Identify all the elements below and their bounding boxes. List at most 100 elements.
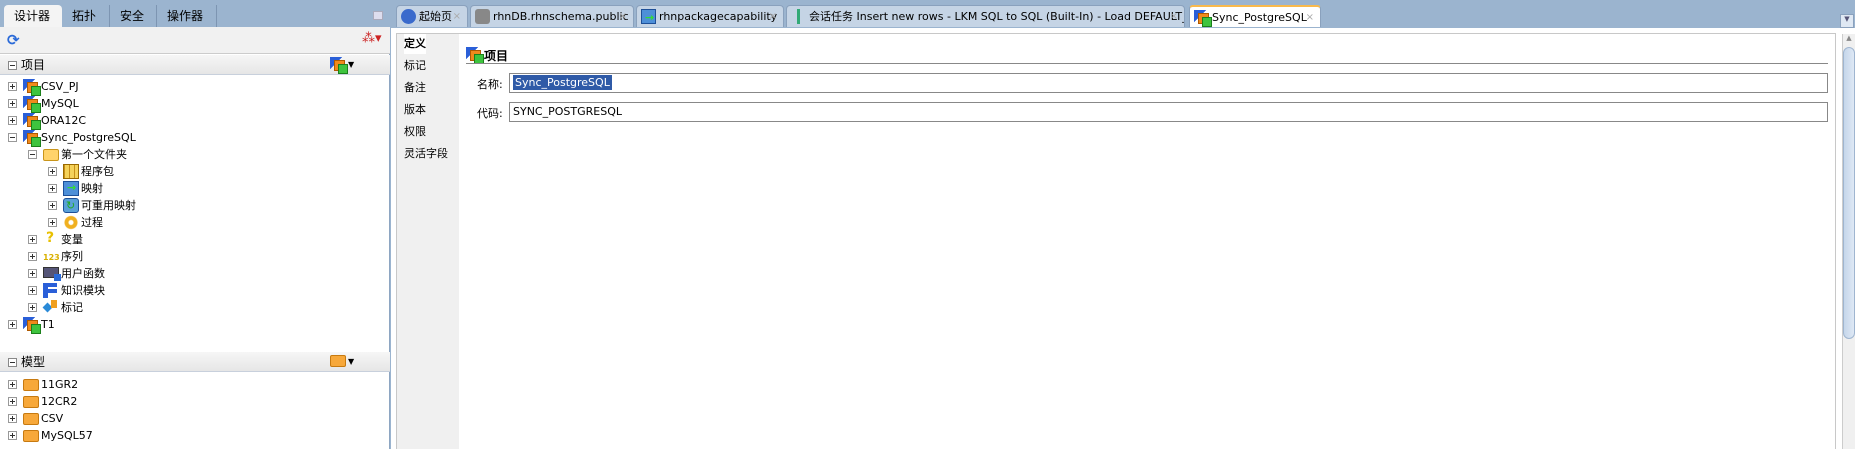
editor-tab[interactable]: 起始页 ×	[396, 5, 468, 27]
tree-item[interactable]: 程序包	[0, 163, 390, 180]
proj-icon	[23, 130, 41, 147]
expand-icon[interactable]	[48, 184, 57, 193]
expand-icon[interactable]	[48, 218, 57, 227]
collapse-icon[interactable]	[8, 358, 17, 367]
tree-item-label: ORA12C	[41, 114, 87, 127]
tab-label: Sync_PostgreSQL	[1212, 11, 1307, 24]
projects-section-header[interactable]: 项目 ▼	[0, 55, 390, 75]
tab-list-dropdown-icon[interactable]: ▼	[1840, 14, 1854, 28]
connect-navigator-icon[interactable]: ⁂▾	[362, 31, 384, 49]
expand-icon[interactable]	[8, 431, 17, 440]
name-input[interactable]: Sync_PostgreSQL	[509, 73, 1828, 93]
expand-icon[interactable]	[48, 201, 57, 210]
tab-label: rhnDB.rhnschema.public	[493, 10, 629, 23]
tree-item[interactable]: Sync_PostgreSQL	[0, 129, 390, 147]
scroll-up-icon[interactable]: ▲	[1843, 34, 1855, 45]
expand-icon[interactable]	[28, 235, 37, 244]
collapse-icon[interactable]	[8, 133, 17, 142]
expand-icon[interactable]	[28, 269, 37, 278]
tree-item[interactable]: 用户函数	[0, 265, 390, 282]
expand-icon[interactable]	[8, 414, 17, 423]
expand-icon[interactable]	[8, 116, 17, 125]
tree-item[interactable]: MySQL57	[0, 427, 390, 444]
project-icon	[466, 47, 484, 64]
expand-icon[interactable]	[48, 167, 57, 176]
tree-item-label: CSV_PJ	[41, 80, 79, 93]
tree-item-label: 程序包	[81, 165, 114, 178]
editor-tab[interactable]: Sync_PostgreSQL ×	[1189, 5, 1321, 27]
tree-item[interactable]: 序列	[0, 248, 390, 266]
tree-item[interactable]: T1	[0, 316, 390, 334]
seq-icon	[43, 249, 60, 266]
gear-icon	[63, 215, 79, 230]
tree-item-label: MySQL	[41, 97, 79, 110]
nav-item[interactable]: 定义	[404, 34, 426, 54]
refresh-icon[interactable]: ⟳	[7, 32, 23, 48]
task-icon	[791, 9, 806, 24]
project-editor	[396, 33, 1836, 449]
tree-item[interactable]: CSV	[0, 410, 390, 427]
tab-topology[interactable]: 拓扑	[62, 5, 110, 27]
tab-operator[interactable]: 操作器	[157, 5, 217, 27]
new-project-icon[interactable]	[330, 57, 348, 74]
tab-designer[interactable]: 设计器×	[4, 5, 62, 45]
scrollbar-thumb[interactable]	[1843, 47, 1855, 339]
close-tab-icon[interactable]: ×	[1170, 6, 1178, 27]
close-tab-icon[interactable]: ×	[453, 6, 461, 27]
km-icon	[43, 283, 59, 298]
close-tab-icon[interactable]: ×	[619, 6, 627, 27]
minimize-icon[interactable]	[373, 11, 383, 20]
tree-item[interactable]: 标记	[0, 299, 390, 316]
tree-item[interactable]: 知识模块	[0, 282, 390, 299]
expand-icon[interactable]	[28, 303, 37, 312]
tree-item[interactable]: 12CR2	[0, 393, 390, 410]
help-icon	[401, 9, 416, 24]
code-label: 代码:	[477, 107, 503, 120]
editor-tab[interactable]: rhnpackagecapability×	[636, 5, 784, 27]
tree-item[interactable]: 过程	[0, 214, 390, 231]
tab-security[interactable]: 安全	[110, 5, 157, 27]
tag-icon	[43, 300, 59, 315]
tree-item[interactable]: 映射	[0, 179, 390, 197]
tree-item[interactable]: 变量	[0, 230, 390, 248]
new-model-folder-icon[interactable]	[330, 355, 346, 367]
expand-icon[interactable]	[8, 397, 17, 406]
code-input[interactable]: SYNC_POSTGRESQL	[509, 102, 1828, 122]
models-section-header[interactable]: 模型 ▼	[0, 352, 390, 372]
proj-icon	[23, 96, 41, 113]
close-tab-icon[interactable]: ×	[1306, 7, 1314, 27]
map-icon	[641, 7, 656, 27]
collapse-icon[interactable]	[28, 150, 37, 159]
tree-item[interactable]: 11GR2	[0, 376, 390, 393]
editor-tab[interactable]: rhnDB.rhnschema.public ×	[470, 5, 634, 27]
tree-item[interactable]: ORA12C	[0, 112, 390, 130]
tab-label: 设计器	[14, 9, 51, 23]
expand-icon[interactable]	[28, 286, 37, 295]
tree-item-label: 用户函数	[61, 267, 105, 280]
expand-icon[interactable]	[8, 380, 17, 389]
tree-item-label: 可重用映射	[81, 199, 136, 212]
nav-item[interactable]: 版本	[404, 100, 426, 120]
collapse-icon[interactable]	[8, 61, 17, 70]
expand-icon[interactable]	[8, 320, 17, 329]
nav-item[interactable]: 权限	[404, 122, 426, 142]
nav-item[interactable]: 标记	[404, 56, 426, 76]
expand-icon[interactable]	[28, 252, 37, 261]
dropdown-arrow-icon[interactable]: ▼	[348, 352, 354, 372]
divider	[466, 63, 1828, 64]
tree-item[interactable]: CSV_PJ	[0, 78, 390, 96]
tree-item[interactable]: MySQL	[0, 95, 390, 113]
proj-icon	[1194, 10, 1212, 27]
tree-item[interactable]: 第一个文件夹	[0, 146, 390, 163]
func-icon	[43, 267, 61, 281]
close-tab-icon[interactable]: ×	[769, 6, 777, 27]
dropdown-arrow-icon[interactable]: ▼	[348, 55, 354, 75]
expand-icon[interactable]	[8, 99, 17, 108]
nav-item[interactable]: 灵活字段	[404, 144, 448, 164]
expand-icon[interactable]	[8, 82, 17, 91]
nav-item[interactable]: 备注	[404, 78, 426, 98]
editor-tab[interactable]: 会话任务 Insert new rows - LKM SQL to SQL (B…	[786, 5, 1185, 27]
tree-item[interactable]: 可重用映射	[0, 197, 390, 214]
rmap-icon	[63, 197, 79, 214]
name-label: 名称:	[477, 78, 503, 91]
